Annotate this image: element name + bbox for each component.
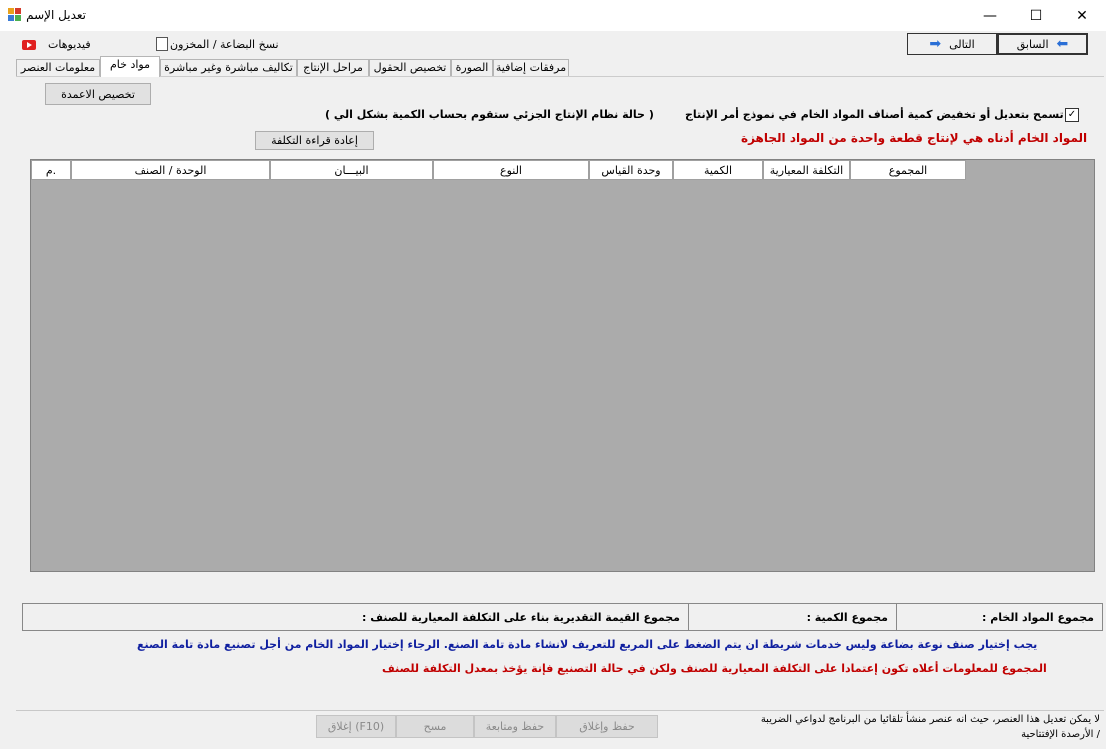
tab-strip: معلومات العنصر مواد خام تكاليف مباشرة وغ…	[16, 56, 569, 77]
totals-bar: مجموع القيمة التقديرية بناء على التكلفة …	[22, 603, 1103, 631]
column-header-description[interactable]: البيـــان	[270, 160, 433, 180]
tab-raw-materials[interactable]: مواد خام	[100, 56, 160, 77]
tab-direct-indirect-costs[interactable]: تكاليف مباشرة وغير مباشرة	[160, 59, 297, 77]
column-header-standard-cost[interactable]: التكلفة المعيارية	[763, 160, 850, 180]
tab-image[interactable]: الصورة	[451, 59, 493, 77]
readonly-footer-note: لا يمكن تعديل هذا العنصر، حيث انه عنصر م…	[760, 714, 1100, 740]
column-header-unit-item[interactable]: الوحدة / الصنف	[71, 160, 270, 180]
check-icon: ✓	[1067, 109, 1077, 120]
customize-columns-button[interactable]: تخصيص الاعمدة	[45, 83, 151, 105]
close-window-button[interactable]: ✕	[1059, 0, 1105, 31]
arrow-left-icon: ⬅	[1056, 36, 1069, 52]
no-change-checkbox[interactable]: ✓	[1065, 108, 1079, 122]
column-header-index[interactable]: م.	[31, 160, 71, 180]
window-title: تعديل الإسم	[26, 8, 86, 22]
maximize-button[interactable]: ☐	[1013, 0, 1059, 31]
cost-basis-note: المجموع للمعلومات أعلاه تكون إعتمادا على…	[382, 662, 1047, 675]
copy-document-icon[interactable]	[156, 37, 168, 51]
close-button[interactable]: إغلاق (F10)	[316, 715, 396, 738]
raw-materials-grid[interactable]: م. الوحدة / الصنف البيـــان النوع وحدة ا…	[30, 159, 1095, 572]
grid-header: م. الوحدة / الصنف البيـــان النوع وحدة ا…	[31, 160, 966, 180]
prev-label: السابق	[1016, 37, 1049, 51]
app-icon	[8, 8, 21, 21]
title-bar: تعديل الإسم — ☐ ✕	[0, 0, 1106, 31]
raw-total-label: مجموع المواد الخام :	[896, 604, 1102, 630]
estimated-total-label: مجموع القيمة التقديرية بناء على التكلفة …	[361, 610, 680, 624]
copy-stock-link[interactable]: نسخ البضاعة / المخزون	[170, 38, 279, 51]
clear-button[interactable]: مسح	[396, 715, 474, 738]
no-change-label: لا تسمح بتعديل أو تخفيض كمية أصناف الموا…	[685, 108, 1076, 121]
save-close-button[interactable]: حفظ وإغلاق	[556, 715, 658, 738]
column-header-total[interactable]: المجموع	[850, 160, 966, 180]
column-header-quantity[interactable]: الكمية	[673, 160, 763, 180]
minimize-icon: —	[983, 7, 997, 24]
column-header-unit-of-measure[interactable]: وحدة القياس	[589, 160, 673, 180]
arrow-right-icon: ➡	[929, 36, 942, 52]
save-continue-button[interactable]: حفظ ومتابعة	[474, 715, 556, 738]
next-button[interactable]: ➡ التالى	[907, 33, 997, 55]
quantity-total-label: مجموع الكمية :	[688, 604, 896, 630]
per-unit-note: المواد الخام أدناه هي لإنتاج قطعة واحدة …	[741, 131, 1088, 145]
goods-selection-note: يجب إختيار صنف نوعة بضاعة وليس خدمات شري…	[137, 638, 1038, 651]
youtube-icon[interactable]	[22, 40, 36, 50]
tab-item-info[interactable]: معلومات العنصر	[16, 59, 100, 77]
tab-attachments[interactable]: مرفقات إضافية	[493, 59, 569, 77]
tab-production-stages[interactable]: مراحل الإنتاج	[297, 59, 369, 77]
partial-production-note: ( حالة نظام الإنتاج الجزئي ستقوم بحساب ا…	[325, 108, 654, 121]
videos-link[interactable]: فيديوهات	[48, 38, 91, 51]
minimize-button[interactable]: —	[967, 0, 1013, 31]
previous-button[interactable]: السابق ⬅	[997, 33, 1088, 55]
column-header-type[interactable]: النوع	[433, 160, 589, 180]
next-label: التالى	[949, 37, 975, 51]
bottom-divider	[16, 710, 1104, 711]
maximize-icon: ☐	[1029, 7, 1043, 24]
reread-cost-button[interactable]: إعادة قراءة التكلفة	[255, 131, 374, 150]
tab-custom-fields[interactable]: تخصيص الحقول	[369, 59, 451, 77]
close-icon: ✕	[1076, 7, 1088, 24]
